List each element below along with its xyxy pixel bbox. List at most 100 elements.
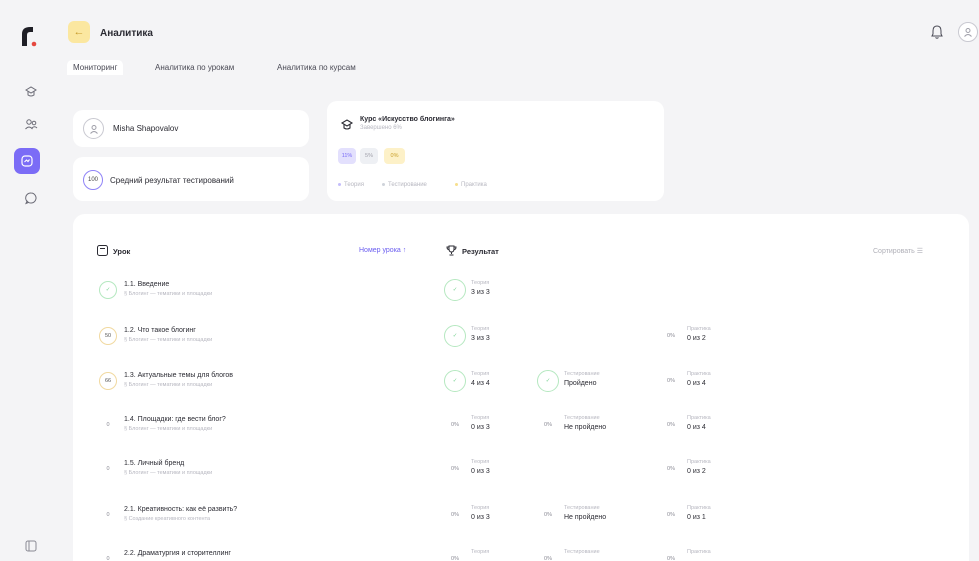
score-badge: 100 [83,170,103,190]
theory-status-circle: ✓ [444,370,466,392]
course-card[interactable]: Курс «Искусство блогинга» Завершено 6% 1… [327,101,664,201]
lesson-progress-circle: ✓ [99,281,117,299]
theory-caption: Теория [471,326,490,332]
theory-caption: Теория [471,549,490,555]
lesson-title: 1.5. Личный бренд [124,460,185,467]
lesson-progress-circle: 50 [99,327,117,345]
test-status-circle: 0% [544,556,552,561]
theory-caption: Теория [471,459,490,465]
test-value: Не пройдено [564,514,607,521]
bell-icon[interactable] [930,24,944,40]
practice-status-circle: 0% [667,512,675,518]
table-row[interactable]: 0 2.1. Креативность: как её развить? § Соз… [73,503,969,543]
user-icon [89,124,98,134]
legend-practice: Практика [455,182,487,188]
practice-status-circle: 0% [667,556,675,561]
testing-percent-pill: 5% [360,148,378,164]
practice-caption: Практика [687,326,711,332]
sidebar-chat-icon[interactable] [21,188,41,208]
lesson-section: § Блогинг — тематики и площадки [124,291,213,297]
theory-caption: Теория [471,280,490,286]
test-caption: Тестирование [564,549,600,555]
score-label: Средний результат тестирований [110,176,234,185]
lesson-section: § Блогинг — тематики и площадки [124,470,213,476]
test-status-circle: ✓ [537,370,559,392]
trophy-icon [446,245,457,256]
practice-caption: Практика [687,371,711,377]
test-value: Не пройдено [564,424,607,431]
tab-lesson-analytics[interactable]: Аналитика по урокам [149,60,240,75]
table-row[interactable]: 0 2.2. Драматургия и сторителлинг 0% Теория… [73,547,969,561]
lesson-section: § Блогинг — тематики и площадки [124,426,213,432]
lesson-section: § Создание креативного контента [124,516,211,522]
lesson-progress-circle: 66 [99,372,117,390]
user-name: Misha Shapovalov [113,124,179,133]
sidebar-analytics-icon[interactable] [14,148,40,174]
theory-value: 3 из 3 [471,335,490,342]
practice-value: 0 из 4 [687,380,706,387]
sidebar-users-icon[interactable] [21,114,41,134]
sidebar-courses-icon[interactable] [21,82,41,102]
table-row[interactable]: 50 1.2. Что такое блогинг § Блогинг — тема… [73,324,969,364]
theory-value: 0 из 3 [471,424,490,431]
theory-value: 0 из 3 [471,468,490,475]
practice-value: 0 из 2 [687,468,706,475]
arrow-left-icon: ← [73,26,85,38]
user-card[interactable]: Misha Shapovalov [73,110,309,147]
lesson-column-header: Урок [113,247,131,256]
test-caption: Тестирование [564,505,600,511]
legend-testing: Тестирование [382,182,427,188]
test-caption: Тестирование [564,371,600,377]
lesson-title: 1.2. Что такое блогинг [124,327,196,334]
theory-status-circle: 0% [451,466,459,472]
table-row[interactable]: 66 1.3. Актуальные темы для блогов § Блоги… [73,369,969,409]
lesson-progress-circle: 0 [106,512,110,518]
theory-status-circle: 0% [451,422,459,428]
lesson-title: 1.3. Актуальные темы для блогов [124,372,233,379]
result-column-header: Результат [462,247,499,256]
practice-status-circle: 0% [667,333,675,339]
sort-results-button[interactable]: Сортировать ☰ [873,247,923,255]
theory-status-circle: 0% [451,512,459,518]
theory-value: 4 из 4 [471,380,490,387]
test-value: Пройдено [564,380,597,387]
table-row[interactable]: 0 1.5. Личный бренд § Блогинг — тематики и… [73,457,969,497]
legend-theory: Теория [338,182,364,188]
test-caption: Тестирование [564,415,600,421]
table-row[interactable]: 0 1.4. Площадки: где вести блог? § Блогинг… [73,413,969,453]
tab-monitoring[interactable]: Мониторинг [67,60,124,75]
table-row[interactable]: ✓ 1.1. Введение § Блогинг — тематики и пло… [73,278,969,318]
lesson-progress-circle: 0 [106,422,110,428]
practice-value: 0 из 1 [687,514,706,521]
lesson-progress-circle: 0 [106,556,110,561]
practice-percent-pill: 0% [384,148,405,164]
lesson-section: § Блогинг — тематики и площадки [124,382,213,388]
lesson-title: 2.1. Креативность: как её развить? [124,506,238,513]
sort-by-lesson-number[interactable]: Номер урока ↑ [359,247,406,254]
practice-caption: Практика [687,549,711,555]
avatar[interactable] [958,22,978,42]
lesson-title: 1.4. Площадки: где вести блог? [124,416,226,423]
test-status-circle: 0% [544,422,552,428]
lesson-icon [97,245,108,256]
practice-value: 0 из 2 [687,335,706,342]
sidebar-collapse-icon[interactable] [21,536,41,556]
theory-status-circle: 0% [451,556,459,561]
back-button[interactable]: ← [68,21,90,43]
theory-value: 3 из 3 [471,289,490,296]
page-title: Аналитика [100,28,153,39]
lesson-section: § Блогинг — тематики и площадки [124,337,213,343]
theory-caption: Теория [471,371,490,377]
theory-percent-pill: 11% [338,148,356,164]
tab-course-analytics[interactable]: Аналитика по курсам [271,60,362,75]
course-cap-icon [340,119,354,130]
theory-caption: Теория [471,505,490,511]
logo [22,27,37,47]
sidebar [0,0,60,561]
user-avatar [83,118,104,139]
avg-score-card: 100 Средний результат тестирований [73,157,309,201]
theory-caption: Теория [471,415,490,421]
lessons-table: Урок Номер урока ↑ Результат Сортировать… [73,214,969,561]
theory-status-circle: ✓ [444,325,466,347]
course-progress-text: Завершено 6% [360,125,402,131]
